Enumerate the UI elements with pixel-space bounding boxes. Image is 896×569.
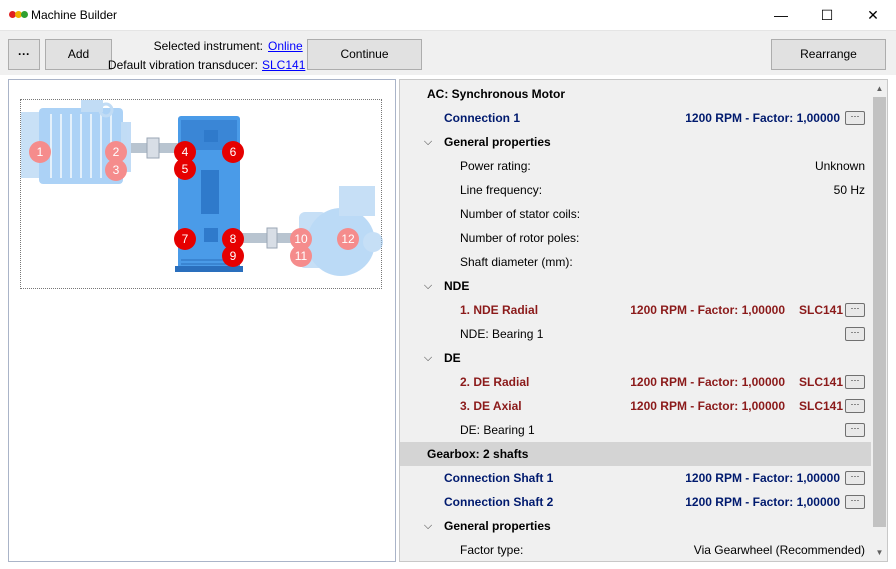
transducer-label: Default vibration transducer: — [107, 58, 258, 72]
section-title: DE — [444, 351, 461, 365]
property-value: Via Gearwheel (Recommended) — [693, 543, 865, 557]
property-value: Unknown — [814, 159, 865, 173]
point-label: 1. NDE Radial — [460, 303, 539, 317]
bearing-row[interactable]: DE: Bearing 1 ··· — [400, 418, 871, 442]
toolbar: ··· Add Selected instrument: Online Defa… — [0, 31, 896, 75]
property-label: Factor type: — [460, 543, 524, 557]
continue-button[interactable]: Continue — [307, 39, 422, 70]
property-row[interactable]: Number of stator coils: — [400, 202, 871, 226]
point-more-button[interactable]: ··· — [845, 399, 865, 413]
point-value: 1200 RPM - Factor: 1,00000 — [630, 375, 785, 389]
app-logo-icon — [9, 11, 28, 19]
component-header-gearbox[interactable]: Gearbox: 2 shafts — [400, 442, 871, 466]
machine-train-drawing — [21, 100, 383, 276]
property-label: Number of stator coils: — [460, 207, 581, 221]
minimize-button[interactable]: — — [758, 0, 804, 31]
scroll-up-button[interactable]: ▲ — [871, 80, 887, 97]
measurement-point-row[interactable]: 3. DE Axial 1200 RPM - Factor: 1,00000 S… — [400, 394, 871, 418]
chevron-down-icon[interactable]: ⌵ — [422, 514, 434, 538]
connection-more-button[interactable]: ··· — [845, 111, 865, 125]
rearrange-button[interactable]: Rearrange — [771, 39, 886, 70]
point-label: 3. DE Axial — [460, 399, 522, 413]
section-title: General properties — [444, 519, 551, 533]
chevron-down-icon[interactable]: ⌵ — [422, 130, 434, 154]
connection-row[interactable]: Connection Shaft 1 1200 RPM - Factor: 1,… — [400, 466, 871, 490]
chevron-down-icon[interactable]: ⌵ — [422, 346, 434, 370]
property-row[interactable]: Factor type: Via Gearwheel (Recommended) — [400, 538, 871, 561]
close-button[interactable]: ✕ — [850, 0, 896, 31]
selected-instrument-link[interactable]: Online — [268, 39, 303, 53]
connection-row[interactable]: Connection 1 1200 RPM - Factor: 1,00000 … — [400, 106, 871, 130]
connection-more-button[interactable]: ··· — [845, 495, 865, 509]
maximize-button[interactable]: ☐ — [804, 0, 850, 31]
property-row[interactable]: Power rating: Unknown — [400, 154, 871, 178]
property-row[interactable]: Number of rotor poles: — [400, 226, 871, 250]
connection-value: 1200 RPM - Factor: 1,00000 — [685, 495, 840, 509]
property-value: 50 Hz — [833, 183, 865, 197]
scroll-down-button[interactable]: ▼ — [871, 544, 887, 561]
measurement-point-1[interactable]: 1 — [29, 141, 51, 163]
section-title: General properties — [444, 135, 551, 149]
scrollbar-thumb[interactable] — [873, 97, 886, 527]
measurement-point-5[interactable]: 5 — [174, 158, 196, 180]
point-value: 1200 RPM - Factor: 1,00000 — [630, 303, 785, 317]
connection-label: Connection 1 — [444, 111, 521, 125]
bearing-label: NDE: Bearing 1 — [460, 327, 544, 341]
connection-more-button[interactable]: ··· — [845, 471, 865, 485]
bearing-row[interactable]: NDE: Bearing 1 ··· — [400, 322, 871, 346]
measurement-point-3[interactable]: 3 — [105, 159, 127, 181]
point-value: 1200 RPM - Factor: 1,00000 — [630, 399, 785, 413]
measurement-point-11[interactable]: 11 — [290, 245, 312, 267]
properties-panel: AC: Synchronous Motor Connection 1 1200 … — [399, 79, 888, 562]
title-bar: Machine Builder — ☐ ✕ — [0, 0, 896, 31]
machine-canvas-panel: 1 2 3 4 5 6 7 8 9 10 11 12 — [8, 79, 396, 562]
point-more-button[interactable]: ··· — [845, 303, 865, 317]
component-title: Gearbox: 2 shafts — [427, 447, 529, 461]
connection-value: 1200 RPM - Factor: 1,00000 — [685, 111, 840, 125]
point-sensor: SLC141 — [799, 375, 844, 389]
selected-instrument-label: Selected instrument: — [153, 39, 263, 53]
property-label: Number of rotor poles: — [460, 231, 580, 245]
connection-label: Connection Shaft 1 — [444, 471, 554, 485]
property-row[interactable]: Shaft diameter (mm): — [400, 250, 871, 274]
point-sensor: SLC141 — [799, 303, 844, 317]
point-label: 2. DE Radial — [460, 375, 530, 389]
section-title: NDE — [444, 279, 470, 293]
component-title: AC: Synchronous Motor — [427, 87, 565, 101]
measurement-point-7[interactable]: 7 — [174, 228, 196, 250]
more-options-button[interactable]: ··· — [8, 39, 40, 70]
connection-label: Connection Shaft 2 — [444, 495, 554, 509]
measurement-point-6[interactable]: 6 — [222, 141, 244, 163]
bearing-more-button[interactable]: ··· — [845, 423, 865, 437]
measurement-point-row[interactable]: 2. DE Radial 1200 RPM - Factor: 1,00000 … — [400, 370, 871, 394]
property-label: Shaft diameter (mm): — [460, 255, 573, 269]
de-header[interactable]: ⌵ DE — [400, 346, 871, 370]
measurement-point-row[interactable]: 1. NDE Radial 1200 RPM - Factor: 1,00000… — [400, 298, 871, 322]
property-row[interactable]: Line frequency: 50 Hz — [400, 178, 871, 202]
connection-value: 1200 RPM - Factor: 1,00000 — [685, 471, 840, 485]
property-label: Line frequency: — [460, 183, 543, 197]
property-label: Power rating: — [460, 159, 531, 173]
chevron-down-icon[interactable]: ⌵ — [422, 274, 434, 298]
connection-row[interactable]: Connection Shaft 2 1200 RPM - Factor: 1,… — [400, 490, 871, 514]
bearing-label: DE: Bearing 1 — [460, 423, 535, 437]
measurement-point-12[interactable]: 12 — [337, 228, 359, 250]
transducer-link[interactable]: SLC141 — [262, 58, 305, 72]
point-sensor: SLC141 — [799, 399, 844, 413]
general-properties-header[interactable]: ⌵ General properties — [400, 130, 871, 154]
bearing-more-button[interactable]: ··· — [845, 327, 865, 341]
nde-header[interactable]: ⌵ NDE — [400, 274, 871, 298]
window-title: Machine Builder — [31, 8, 118, 22]
component-header-motor[interactable]: AC: Synchronous Motor — [400, 82, 871, 106]
point-more-button[interactable]: ··· — [845, 375, 865, 389]
machine-diagram-frame[interactable]: 1 2 3 4 5 6 7 8 9 10 11 12 — [20, 99, 383, 289]
measurement-point-9[interactable]: 9 — [222, 245, 244, 267]
general-properties-header[interactable]: ⌵ General properties — [400, 514, 871, 538]
